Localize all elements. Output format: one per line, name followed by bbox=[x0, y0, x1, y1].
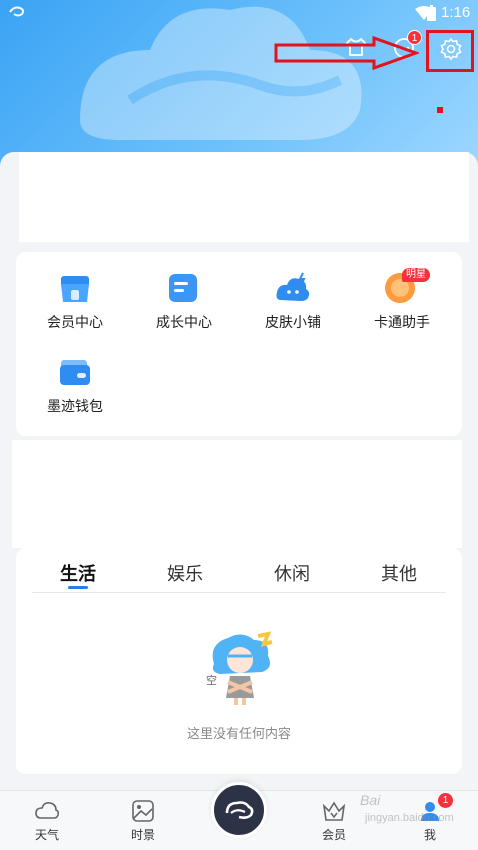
cartoon-assistant-icon: 明星 bbox=[384, 268, 430, 306]
service-item-member-center[interactable]: 会员中心 bbox=[25, 270, 125, 332]
service-item-wallet[interactable]: 墨迹钱包 bbox=[25, 354, 125, 416]
annotation-dot bbox=[437, 107, 443, 113]
growth-doc-icon bbox=[166, 270, 202, 306]
wallet-icon bbox=[57, 354, 93, 390]
skin-cloud-icon bbox=[275, 270, 311, 306]
weather-cloud-icon bbox=[35, 802, 60, 819]
tab-leisure[interactable]: 休闲 bbox=[252, 560, 332, 586]
status-time: 1:16 bbox=[441, 4, 471, 21]
profile-card bbox=[19, 152, 469, 242]
empty-state-illustration-icon: 空 bbox=[206, 631, 273, 705]
tab-life[interactable]: 生活 bbox=[38, 560, 118, 586]
tab-other[interactable]: 其他 bbox=[359, 560, 439, 586]
battery-icon bbox=[427, 5, 436, 21]
vip-crown-icon bbox=[322, 801, 346, 821]
annotation-arrow-icon bbox=[274, 36, 419, 70]
member-store-icon bbox=[57, 270, 93, 306]
annotation-highlight-box bbox=[426, 30, 474, 72]
watermark-text: Bai bbox=[360, 792, 381, 808]
tab-entertainment[interactable]: 娱乐 bbox=[145, 560, 225, 586]
empty-state-text: 这里没有任何内容 bbox=[186, 726, 291, 741]
profile-badge: 1 bbox=[438, 793, 453, 808]
service-item-cartoon-assistant[interactable]: 明星 卡通助手 bbox=[352, 268, 452, 332]
status-bar: 1:16 bbox=[0, 0, 478, 28]
watermark-url: jingyan.baidu.com bbox=[365, 812, 454, 824]
tab-active-indicator bbox=[68, 586, 88, 589]
center-home-button[interactable] bbox=[211, 782, 267, 838]
app-cloud-logo-icon bbox=[225, 801, 254, 819]
photo-icon bbox=[132, 800, 154, 822]
empty-illustration-text: 空 bbox=[206, 673, 217, 687]
banner-placeholder bbox=[12, 440, 462, 548]
nav-item-scenery[interactable]: 时景 bbox=[113, 798, 173, 843]
nav-item-vip[interactable]: 会员 bbox=[304, 798, 364, 843]
service-item-skin-shop[interactable]: 皮肤小铺 bbox=[243, 270, 343, 332]
tab-divider bbox=[32, 592, 446, 593]
app-logo-icon bbox=[9, 6, 25, 17]
star-badge: 明星 bbox=[402, 268, 430, 282]
service-item-growth-center[interactable]: 成长中心 bbox=[134, 270, 234, 332]
nav-item-weather[interactable]: 天气 bbox=[17, 798, 77, 843]
